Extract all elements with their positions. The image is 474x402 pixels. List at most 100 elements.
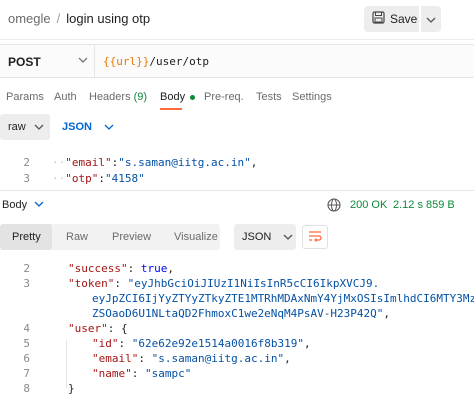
request-header: omegle / login using otp Save bbox=[0, 0, 474, 40]
code-line: "name": "sampc" bbox=[92, 367, 192, 380]
tab-count: (9) bbox=[133, 91, 148, 103]
code-line: "user": { bbox=[68, 322, 128, 335]
json-key: "email" bbox=[65, 156, 112, 169]
tab-raw[interactable]: Raw bbox=[66, 231, 88, 243]
json-key: "email" bbox=[92, 352, 139, 365]
json-value: "s.saman@iitg.ac.in" bbox=[151, 352, 285, 365]
tab-label: Pre-req. bbox=[204, 91, 244, 103]
line-number: 7 bbox=[23, 367, 30, 380]
body-dot-indicator bbox=[190, 95, 195, 100]
tab-pretty[interactable]: Pretty bbox=[12, 231, 41, 243]
url-input[interactable]: {{url}}/user/otp bbox=[103, 55, 209, 68]
json-key: "success" bbox=[68, 262, 128, 275]
request-name[interactable]: login using otp bbox=[66, 11, 150, 26]
chevron-down-icon bbox=[283, 231, 293, 243]
json-value: "s.saman@iitg.ac.in" bbox=[118, 156, 251, 169]
tab-preview[interactable]: Preview bbox=[112, 231, 151, 243]
code-line: "email": "s.saman@iitg.ac.in", bbox=[92, 352, 291, 365]
indent-guide bbox=[66, 340, 67, 388]
tab-visualize[interactable]: Visualize bbox=[174, 231, 218, 243]
line-number: 3 bbox=[23, 277, 30, 290]
save-options-button[interactable] bbox=[421, 6, 441, 32]
indent-marker: ·· bbox=[52, 172, 66, 185]
url-variable: {{url}} bbox=[103, 55, 150, 68]
json-punctuation: , bbox=[250, 156, 258, 169]
json-value: true bbox=[140, 262, 168, 275]
tab-params[interactable]: Params bbox=[6, 91, 44, 103]
response-format-select[interactable]: JSON bbox=[234, 224, 296, 250]
response-format-label: JSON bbox=[242, 231, 272, 243]
url-bar: POST {{url}}/user/otp bbox=[0, 44, 474, 78]
indent-marker: ·· bbox=[52, 156, 66, 169]
response-header: Body 200 OK 2.12 s 859 B bbox=[0, 190, 474, 220]
chevron-down-icon bbox=[34, 121, 44, 133]
tab-label: Headers bbox=[89, 91, 131, 103]
json-value: ZSOaoD6U1NLtaQD2FhmoxC1we2eNqM4PsAV-H23P… bbox=[92, 307, 384, 320]
response-body-viewer[interactable]: 2 "success": true, 3 "token": "eyJhbGciO… bbox=[0, 258, 474, 402]
tab-settings[interactable]: Settings bbox=[292, 91, 332, 103]
json-value: "eyJhbGciOiJIUzI1NiIsInR5cCI6IkpXVCJ9. bbox=[127, 277, 380, 290]
body-mode-select[interactable]: raw bbox=[0, 114, 50, 140]
response-view-tabs: Pretty Raw Preview Visualize JSON bbox=[0, 224, 474, 252]
line-number: 4 bbox=[23, 322, 30, 335]
tab-label: Params bbox=[6, 91, 44, 103]
response-size[interactable]: 859 B bbox=[426, 199, 455, 211]
body-language-label: JSON bbox=[62, 121, 92, 133]
request-body-editor[interactable]: 2 ··"email":"s.saman@iitg.ac.in", 3 ··"o… bbox=[0, 148, 474, 188]
wrap-lines-button[interactable] bbox=[302, 225, 328, 249]
save-icon bbox=[372, 11, 385, 27]
tab-pre-request[interactable]: Pre-req. bbox=[204, 91, 244, 103]
body-mode-label: raw bbox=[8, 121, 26, 133]
breadcrumb: omegle / login using otp bbox=[8, 11, 150, 26]
save-label: Save bbox=[390, 12, 418, 26]
active-tab-underline bbox=[160, 108, 182, 110]
json-punctuation: } bbox=[68, 382, 75, 395]
tab-headers[interactable]: Headers (9) bbox=[89, 91, 147, 103]
workspace-link[interactable]: omegle bbox=[8, 11, 51, 26]
body-language-select[interactable]: JSON bbox=[62, 114, 114, 140]
json-key: "id" bbox=[92, 337, 119, 350]
breadcrumb-separator: / bbox=[56, 11, 61, 26]
chevron-down-icon bbox=[104, 121, 114, 133]
code-line: "success": true, bbox=[68, 262, 174, 275]
line-number: 3 bbox=[23, 172, 30, 185]
json-value: "4158" bbox=[105, 172, 145, 185]
code-line: "id": "62e62e92e1514a0016f8b319", bbox=[92, 337, 311, 350]
url-path: /user/otp bbox=[149, 55, 209, 68]
line-number: 2 bbox=[23, 156, 30, 169]
json-value: "sampc" bbox=[145, 367, 192, 380]
json-key: "user" bbox=[68, 322, 108, 335]
divider bbox=[94, 45, 95, 77]
chevron-down-icon[interactable] bbox=[34, 199, 44, 210]
tab-body[interactable]: Body bbox=[160, 91, 185, 103]
chevron-down-icon[interactable] bbox=[78, 54, 88, 66]
code-line-wrapped: eyJpZCI6IjYyZTYyZTkyZTE1MTRhMDAxNmY4YjMx… bbox=[92, 292, 474, 305]
json-value: "62e62e92e1514a0016f8b319" bbox=[131, 337, 304, 350]
globe-icon[interactable] bbox=[327, 198, 341, 212]
json-key: "name" bbox=[92, 367, 132, 380]
body-toolbar: raw JSON bbox=[0, 114, 474, 140]
json-key: "token" bbox=[68, 277, 115, 290]
tab-auth[interactable]: Auth bbox=[54, 91, 77, 103]
tab-label: Settings bbox=[292, 91, 332, 103]
tab-tests[interactable]: Tests bbox=[256, 91, 282, 103]
code-line: ··"email":"s.saman@iitg.ac.in", bbox=[52, 156, 258, 169]
chevron-down-icon bbox=[426, 12, 436, 26]
line-number: 5 bbox=[23, 337, 30, 350]
code-line: ··"otp":"4158" bbox=[52, 172, 145, 185]
line-number: 8 bbox=[23, 382, 30, 395]
code-line: "token": "eyJhbGciOiJIUzI1NiIsInR5cCI6Ik… bbox=[68, 277, 380, 290]
code-line-wrapped: ZSOaoD6U1NLtaQD2FhmoxC1we2eNqM4PsAV-H23P… bbox=[92, 307, 391, 320]
status-code[interactable]: 200 OK bbox=[350, 199, 387, 211]
json-key: "otp" bbox=[65, 172, 99, 185]
response-section-select[interactable]: Body bbox=[2, 199, 27, 211]
method-select[interactable]: POST bbox=[8, 55, 41, 69]
json-value: eyJpZCI6IjYyZTYyZTkyZTE1MTRhMDAxNmY4YjMx… bbox=[92, 292, 474, 305]
wrap-lines-icon bbox=[308, 230, 322, 245]
line-number: 6 bbox=[23, 352, 30, 365]
save-button[interactable]: Save bbox=[364, 6, 419, 32]
tab-label: Auth bbox=[54, 91, 77, 103]
code-line: } bbox=[68, 382, 75, 395]
request-tabs: Params Auth Headers (9) Body Pre-req. Te… bbox=[0, 86, 474, 110]
response-time[interactable]: 2.12 s bbox=[393, 199, 423, 211]
